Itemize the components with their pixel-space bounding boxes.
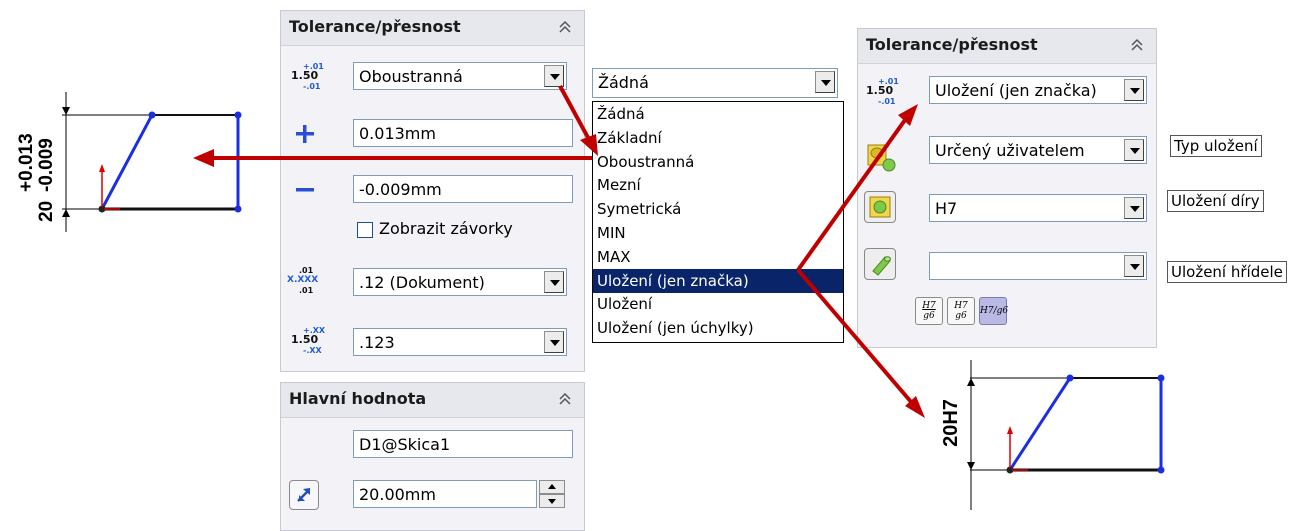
- primary-precision-icon: .01 X.XXX .01: [287, 266, 319, 295]
- dropdown-option[interactable]: Žádná: [593, 102, 843, 126]
- dropdown-option[interactable]: Základní: [593, 126, 843, 150]
- fit-type-select[interactable]: Určený uživatelem: [929, 136, 1147, 164]
- dropdown-option[interactable]: MAX: [593, 245, 843, 269]
- upper-tolerance-input[interactable]: 0.013mm: [353, 119, 573, 147]
- hole-fit-select[interactable]: H7: [929, 194, 1147, 222]
- fit-type-callout: Typ uložení: [1170, 135, 1262, 157]
- panel-title: Tolerance/přesnost: [289, 17, 461, 36]
- tolerance-panel-right: Tolerance/přesnost +.01 1.50 -.01 Uložen…: [857, 28, 1157, 348]
- dropdown-option[interactable]: Uložení (jen úchylky): [593, 316, 843, 340]
- hole-fit-callout: Uložení díry: [1167, 190, 1264, 212]
- reverse-direction-button[interactable]: [289, 480, 319, 510]
- tolerance-panel-left: Tolerance/přesnost +.01 1.50 -.01 Oboust…: [280, 10, 585, 372]
- dropdown-option[interactable]: Uložení (jen značka): [593, 268, 843, 293]
- collapse-chevron-icon[interactable]: [1128, 36, 1146, 54]
- right-dimension-text: 20H7: [936, 388, 966, 458]
- dimension-nominal: 20: [36, 200, 57, 222]
- value-spinner-up[interactable]: [539, 480, 565, 494]
- primary-value-input[interactable]: 20.00mm: [353, 480, 537, 508]
- fit-display-linear-button[interactable]: H7/g6: [979, 297, 1008, 325]
- dropdown-option[interactable]: Mezní: [593, 173, 843, 197]
- dropdown-option[interactable]: MIN: [593, 221, 843, 245]
- plus-icon: [296, 125, 314, 143]
- fit-dimension-label: 20H7: [940, 399, 962, 447]
- value-spinner-down[interactable]: [539, 494, 565, 508]
- lower-tolerance-input[interactable]: -0.009mm: [353, 175, 573, 203]
- show-brackets-label: Zobrazit závorky: [379, 219, 513, 238]
- collapse-chevron-icon[interactable]: [556, 18, 574, 36]
- right-sketch: [967, 360, 1165, 510]
- tolerance-panel-header[interactable]: Tolerance/přesnost: [281, 11, 584, 46]
- tolerance-panel-header[interactable]: Tolerance/přesnost: [858, 29, 1156, 64]
- shaft-fit-callout: Uložení hřídele: [1167, 261, 1287, 283]
- fit-type-icon: [867, 144, 896, 172]
- tolerance-precision-icon: +.XX 1.50 -.XX: [291, 326, 326, 355]
- tolerance-precision-select[interactable]: .123: [353, 328, 567, 356]
- minus-icon: [296, 188, 314, 192]
- left-dimension-text: 20 +0.013 -0.009: [16, 110, 57, 222]
- dimension-name-input[interactable]: D1@Skica1: [353, 430, 573, 458]
- dropdown-arrow-icon[interactable]: [1124, 79, 1144, 101]
- dropdown-option[interactable]: Oboustranná: [593, 150, 843, 174]
- arrows-icon: [297, 488, 310, 502]
- tolerance-type-select[interactable]: Uložení (jen značka): [929, 76, 1147, 104]
- dropdown-arrow-icon[interactable]: [544, 65, 564, 87]
- tolerance-type-options: Žádná Základní Oboustranná Mezní Symetrická M…: [592, 101, 844, 343]
- primary-value-panel: Hlavní hodnota D1@Skica1 20.00mm: [280, 382, 585, 531]
- fit-display-stacked-nobar-button[interactable]: H7 g6: [947, 297, 975, 325]
- dropdown-arrow-icon[interactable]: [1124, 255, 1144, 277]
- dimension-upper-tolerance: +0.013: [16, 133, 37, 192]
- dropdown-option[interactable]: Uložení: [593, 292, 843, 316]
- collapse-chevron-icon[interactable]: [556, 390, 574, 408]
- fit-display-stacked-button[interactable]: H7 g6: [915, 297, 943, 325]
- tolerance-type-icon: +.01 1.50 -.01: [866, 77, 899, 106]
- panel-title: Tolerance/přesnost: [866, 35, 1038, 54]
- tolerance-type-dropdown[interactable]: Žádná: [592, 68, 838, 98]
- primary-precision-select[interactable]: .12 (Dokument): [353, 268, 567, 296]
- dropdown-arrow-icon[interactable]: [1124, 139, 1144, 161]
- dropdown-option[interactable]: Symetrická: [593, 197, 843, 221]
- tolerance-type-icon: +.01 1.50 -.01: [291, 62, 324, 91]
- tolerance-type-select[interactable]: Oboustranná: [353, 62, 567, 90]
- shaft-fit-select[interactable]: [929, 252, 1147, 280]
- hole-fit-icon: [864, 191, 896, 223]
- dimension-lower-tolerance: -0.009: [36, 138, 57, 192]
- dropdown-arrow-icon[interactable]: [815, 71, 835, 93]
- dropdown-arrow-icon[interactable]: [1124, 197, 1144, 219]
- shaft-fit-icon: [864, 248, 896, 280]
- show-brackets-checkbox[interactable]: [357, 222, 373, 238]
- panel-title: Hlavní hodnota: [289, 389, 427, 408]
- primary-value-header[interactable]: Hlavní hodnota: [281, 383, 584, 418]
- dropdown-arrow-icon[interactable]: [544, 331, 564, 353]
- dropdown-arrow-icon[interactable]: [544, 271, 564, 293]
